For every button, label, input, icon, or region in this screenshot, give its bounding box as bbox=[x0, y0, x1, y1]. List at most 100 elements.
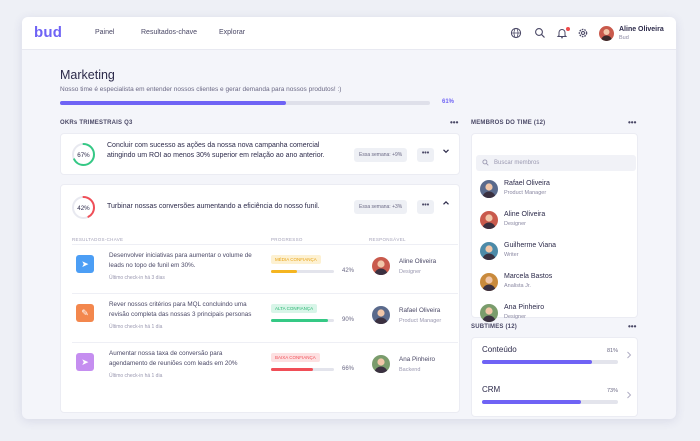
confidence-badge: MÉDIA CONFIANÇA bbox=[271, 255, 321, 264]
key-result-progress-bar bbox=[271, 270, 334, 273]
team-progress-bar bbox=[60, 101, 430, 105]
okr-title[interactable]: Turbinar nossas conversões aumentando a … bbox=[107, 202, 347, 212]
member-name[interactable]: Ana Pinheiro bbox=[504, 304, 544, 311]
okr-week-delta: Essa semana: +3% bbox=[354, 200, 408, 214]
app-window: bud Painel Resultados-chave Explorar Ali… bbox=[22, 17, 676, 419]
search-members-input[interactable]: Buscar membros bbox=[476, 155, 636, 171]
member-avatar[interactable] bbox=[480, 242, 498, 260]
key-result-progress-fill bbox=[271, 270, 298, 273]
okr-more-button[interactable]: ••• bbox=[417, 148, 434, 162]
owner-role: Backend bbox=[399, 367, 421, 373]
page-title: Marketing bbox=[60, 68, 115, 82]
search-icon bbox=[482, 155, 489, 173]
chevron-down-icon[interactable] bbox=[442, 147, 450, 157]
key-result-row[interactable]: ➤ Aumentar nossa taxa de conversão para … bbox=[72, 342, 458, 388]
subteam-progress-fill bbox=[482, 400, 582, 404]
member-avatar[interactable] bbox=[480, 180, 498, 198]
owner-name[interactable]: Ana Pinheiro bbox=[399, 356, 435, 363]
owner-name[interactable]: Aline Oliveira bbox=[399, 258, 436, 265]
members-more-icon[interactable]: ••• bbox=[628, 118, 636, 127]
bud-logo[interactable]: bud bbox=[34, 24, 62, 41]
subteams-section-label: SUBTIMES (12) bbox=[471, 324, 517, 330]
members-section-label: MEMBROS DO TIME (12) bbox=[471, 120, 546, 126]
member-name[interactable]: Guilherme Viana bbox=[504, 242, 556, 249]
member-role: Designer bbox=[504, 314, 527, 320]
user-name[interactable]: Aline Oliveira bbox=[619, 26, 664, 33]
owner-name[interactable]: Rafael Oliveira bbox=[399, 307, 440, 314]
comment-icon: ✎ bbox=[76, 304, 94, 322]
member-role: Writer bbox=[504, 252, 519, 258]
member-role: Product Manager bbox=[504, 190, 547, 196]
key-result-checkin: Último check-in há 1 dia bbox=[109, 373, 163, 379]
subteam-progress-fill bbox=[482, 360, 593, 364]
user-avatar[interactable] bbox=[599, 26, 614, 41]
nav-painel[interactable]: Painel bbox=[95, 29, 114, 36]
member-role: Designer bbox=[504, 221, 527, 227]
okr-week-delta: Essa semana: +9% bbox=[354, 148, 408, 162]
subteam-name[interactable]: Conteúdo bbox=[482, 345, 517, 354]
key-result-checkin: Último check-in há 3 dias bbox=[109, 275, 165, 281]
okr-progress-ring: 42% bbox=[72, 196, 95, 219]
nav-resultados-chave[interactable]: Resultados-chave bbox=[141, 29, 197, 36]
member-avatar[interactable] bbox=[480, 211, 498, 229]
owner-avatar[interactable] bbox=[372, 306, 390, 324]
member-role: Analista Jr. bbox=[504, 283, 531, 289]
okr-progress-label: 42% bbox=[77, 205, 90, 212]
key-result-checkin: Último check-in há 1 dia bbox=[109, 324, 163, 330]
key-result-progress-fill bbox=[271, 368, 313, 371]
subteam-name[interactable]: CRM bbox=[482, 385, 500, 394]
member-avatar[interactable] bbox=[480, 304, 498, 322]
globe-icon[interactable] bbox=[510, 27, 522, 39]
team-progress-label: 61% bbox=[442, 99, 455, 105]
confidence-badge: ALTA CONFIANÇA bbox=[271, 304, 318, 313]
team-description: Nosso time é especialista em entender no… bbox=[60, 86, 342, 93]
okr-more-button[interactable]: ••• bbox=[417, 200, 434, 214]
send-icon: ➤ bbox=[76, 255, 94, 273]
column-header-progress: PROGRESSO bbox=[271, 237, 303, 242]
subteam-progress-bar bbox=[482, 360, 618, 364]
key-result-row[interactable]: ✎ Rever nossos critérios para MQL conclu… bbox=[72, 293, 458, 339]
key-result-progress-label: 66% bbox=[342, 366, 355, 372]
chevron-right-icon[interactable] bbox=[626, 351, 632, 361]
okr-progress-label: 67% bbox=[77, 152, 90, 159]
key-result-title[interactable]: Aumentar nossa taxa de conversão para ag… bbox=[109, 349, 259, 369]
okr-card[interactable]: 67% Concluir com sucesso as ações da nos… bbox=[60, 133, 460, 175]
member-name[interactable]: Rafael Oliveira bbox=[504, 180, 550, 187]
member-avatar[interactable] bbox=[480, 273, 498, 291]
subteams-more-icon[interactable]: ••• bbox=[628, 322, 636, 331]
search-placeholder: Buscar membros bbox=[494, 160, 540, 166]
owner-role: Product Manager bbox=[399, 318, 442, 324]
gear-icon[interactable] bbox=[577, 27, 589, 39]
member-name[interactable]: Marcela Bastos bbox=[504, 273, 552, 280]
key-result-progress-fill bbox=[271, 319, 328, 322]
notification-dot bbox=[566, 27, 570, 31]
confidence-badge: BAIXA CONFIANÇA bbox=[271, 353, 320, 362]
key-result-progress-label: 90% bbox=[342, 317, 355, 323]
key-result-row[interactable]: ➤ Desenvolver iniciativas para aumentar … bbox=[72, 244, 458, 290]
okr-progress-ring: 67% bbox=[72, 143, 95, 166]
key-result-title[interactable]: Rever nossos critérios para MQL concluin… bbox=[109, 300, 259, 320]
okr-title[interactable]: Concluir com sucesso as ações da nossa n… bbox=[107, 141, 345, 161]
column-header-owner: RESPONSÁVEL bbox=[369, 237, 406, 242]
chevron-right-icon[interactable] bbox=[626, 391, 632, 401]
subteam-progress-label: 73% bbox=[607, 388, 619, 394]
team-progress-fill bbox=[60, 101, 286, 105]
top-bar: bud Painel Resultados-chave Explorar Ali… bbox=[22, 17, 676, 50]
okrs-more-icon[interactable]: ••• bbox=[450, 118, 458, 127]
nav-explorar[interactable]: Explorar bbox=[219, 29, 245, 36]
column-header-kr: RESULTADOS-CHAVE bbox=[72, 237, 124, 242]
chevron-up-icon[interactable] bbox=[442, 199, 450, 209]
send-icon: ➤ bbox=[76, 353, 94, 371]
key-result-title[interactable]: Desenvolver iniciativas para aumentar o … bbox=[109, 251, 259, 271]
subteam-progress-bar bbox=[482, 400, 618, 404]
okrs-section-label: OKRs TRIMESTRAIS Q3 bbox=[60, 120, 133, 126]
member-name[interactable]: Aline Oliveira bbox=[504, 211, 545, 218]
search-icon[interactable] bbox=[534, 27, 546, 39]
key-result-progress-bar bbox=[271, 319, 334, 322]
key-result-progress-bar bbox=[271, 368, 334, 371]
owner-avatar[interactable] bbox=[372, 355, 390, 373]
owner-role: Designer bbox=[399, 269, 422, 275]
subteam-progress-label: 81% bbox=[607, 348, 619, 354]
key-result-progress-label: 42% bbox=[342, 268, 355, 274]
owner-avatar[interactable] bbox=[372, 257, 390, 275]
